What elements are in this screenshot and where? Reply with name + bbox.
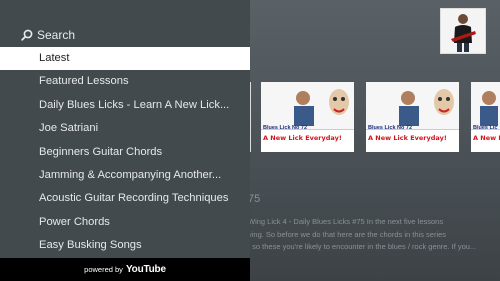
video-thumbnail[interactable]: Blues Lick No 72 A New Lick Everyday! [366, 82, 459, 152]
menu-item-beginners-guitar-chords[interactable]: Beginners Guitar Chords [0, 141, 250, 164]
thumbnail-title: Blues Lick No 72 [263, 125, 308, 131]
thumbnail-tagline: A New Lick Everyday! [263, 134, 342, 142]
navigation-panel: Search Latest Featured Lessons Daily Blu… [0, 0, 250, 281]
menu-item-easy-busking-songs[interactable]: Easy Busking Songs [0, 234, 250, 257]
guitarist-image [441, 9, 485, 53]
video-thumbnail[interactable]: Blues Lic A New L [471, 82, 500, 152]
video-thumbnail[interactable]: Blues Lick No 72 A New Lick Everyday! [261, 82, 354, 152]
powered-by-label: powered by [84, 265, 123, 274]
menu-item-latest[interactable]: Latest [0, 47, 250, 71]
thumbnail-art [471, 82, 500, 130]
thumbnail-art [366, 82, 459, 130]
menu-item-daily-blues-licks[interactable]: Daily Blues Licks - Learn A New Lick... [0, 94, 250, 117]
menu-item-featured-lessons[interactable]: Featured Lessons [0, 70, 250, 93]
youtube-logo: YouTube [125, 264, 166, 275]
thumbnail-title: Blues Lic [473, 125, 498, 131]
channel-avatar[interactable] [440, 8, 486, 54]
thumbnail-tagline: A New L [473, 134, 500, 142]
video-description: Wing Lick 4 - Daily Blues Licks #75 In t… [248, 217, 477, 251]
thumbnail-tagline: A New Lick Everyday! [368, 134, 447, 142]
powered-by-youtube-footer: powered by YouTube [0, 258, 250, 281]
menu-item-joe-satriani[interactable]: Joe Satriani [0, 117, 250, 140]
search-button[interactable]: Search [21, 28, 75, 42]
thumbnail-art [261, 82, 354, 130]
menu-item-power-chords[interactable]: Power Chords [0, 211, 250, 234]
thumbnail-title: Blues Lick No 72 [368, 125, 413, 131]
category-menu: Latest Featured Lessons Daily Blues Lick… [0, 47, 250, 258]
menu-item-acoustic-recording[interactable]: Acoustic Guitar Recording Techniques [0, 187, 250, 210]
search-icon [21, 29, 33, 41]
menu-item-jamming-accompanying[interactable]: Jamming & Accompanying Another... [0, 164, 250, 187]
search-label: Search [37, 28, 76, 42]
